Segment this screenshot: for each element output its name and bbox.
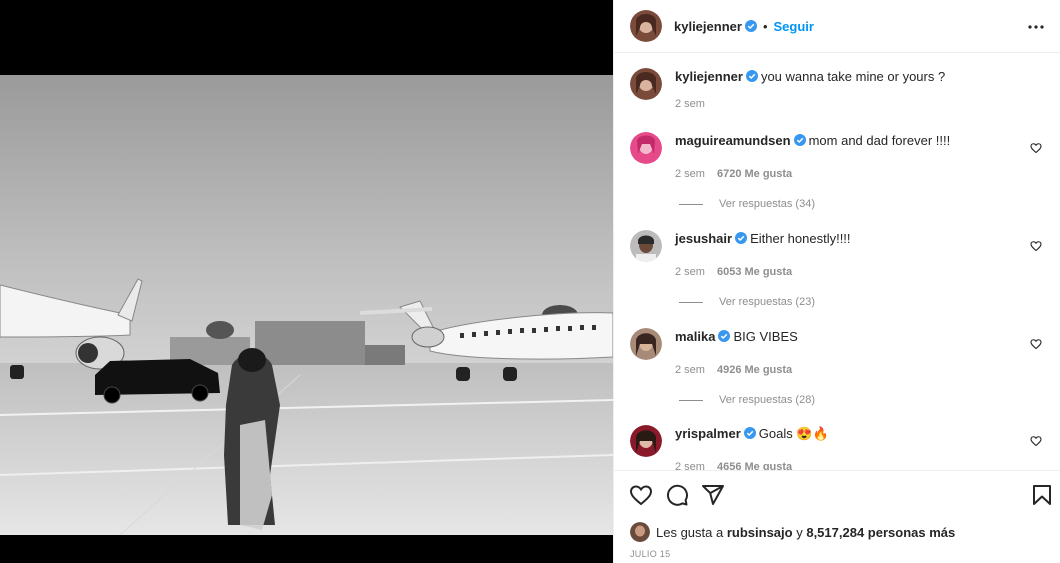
- comment-text: Either honestly!!!!: [750, 231, 851, 246]
- post-photo[interactable]: [0, 75, 613, 535]
- author-username[interactable]: kyliejenner: [674, 19, 742, 34]
- comment-heart-icon[interactable]: [1030, 338, 1042, 350]
- comment-text: BIG VIBES: [733, 329, 798, 344]
- liker-avatar[interactable]: [630, 522, 650, 542]
- comment-time[interactable]: 2 sem: [675, 168, 705, 180]
- comment-heart-icon[interactable]: [1030, 435, 1042, 447]
- comment-heart-icon[interactable]: [1030, 240, 1042, 252]
- likes-summary[interactable]: Les gusta a rubsinsajo y 8,517,284 perso…: [630, 522, 955, 542]
- commenter-avatar[interactable]: [630, 132, 662, 164]
- view-replies-label: Ver respuestas (28): [719, 394, 815, 406]
- comment-likes[interactable]: 6053 Me gusta: [717, 266, 792, 278]
- commenter-avatar[interactable]: [630, 328, 662, 360]
- comment-username[interactable]: jesushair: [675, 231, 732, 246]
- comment-username[interactable]: maguireamundsen: [675, 133, 791, 148]
- comment-likes[interactable]: 4656 Me gusta: [717, 461, 792, 470]
- comment-text: Goals 😍🔥: [758, 426, 829, 441]
- post-side-panel: kyliejenner • Seguir kyliejenner you wann…: [613, 0, 1060, 563]
- separator-dot: •: [762, 18, 768, 34]
- comments-list[interactable]: kyliejenner you wanna take mine or yours …: [614, 54, 1060, 470]
- view-replies-label: Ver respuestas (34): [719, 198, 815, 210]
- view-replies-button[interactable]: Ver respuestas (23): [675, 296, 1025, 308]
- likes-count[interactable]: 8,517,284 personas más: [806, 525, 955, 540]
- comment-username[interactable]: malika: [675, 329, 715, 344]
- caption-time[interactable]: 2 sem: [675, 98, 705, 110]
- comment-likes[interactable]: 6720 Me gusta: [717, 168, 792, 180]
- follow-button[interactable]: Seguir: [774, 19, 814, 34]
- comment-time[interactable]: 2 sem: [675, 461, 705, 470]
- commenter-avatar[interactable]: [630, 230, 662, 262]
- bookmark-icon[interactable]: [1030, 483, 1054, 507]
- comment-time[interactable]: 2 sem: [675, 266, 705, 278]
- comment-time[interactable]: 2 sem: [675, 364, 705, 376]
- verified-icon: [718, 330, 731, 342]
- verified-icon: [744, 20, 757, 32]
- likes-connector: y: [796, 524, 803, 540]
- caption-text: you wanna take mine or yours ?: [760, 69, 946, 84]
- view-replies-label: Ver respuestas (23): [719, 296, 815, 308]
- author-avatar[interactable]: [630, 10, 662, 42]
- comment-likes[interactable]: 4926 Me gusta: [717, 364, 792, 376]
- verified-icon: [735, 232, 748, 244]
- verified-icon: [793, 134, 806, 146]
- more-icon[interactable]: [1026, 17, 1046, 37]
- comment-username[interactable]: yrispalmer: [675, 426, 741, 441]
- view-replies-button[interactable]: Ver respuestas (34): [675, 198, 1025, 210]
- post-date[interactable]: JULIO 15: [630, 549, 670, 559]
- liker-username[interactable]: rubsinsajo: [727, 525, 793, 540]
- caption-username[interactable]: kyliejenner: [675, 69, 743, 84]
- verified-icon: [745, 70, 758, 82]
- author-avatar[interactable]: [630, 68, 662, 100]
- comment-icon[interactable]: [665, 483, 689, 507]
- share-icon[interactable]: [701, 483, 725, 507]
- comment-heart-icon[interactable]: [1030, 142, 1042, 154]
- verified-icon: [743, 427, 756, 439]
- commenter-avatar[interactable]: [630, 425, 662, 457]
- view-replies-button[interactable]: Ver respuestas (28): [675, 394, 1025, 406]
- post-media: [0, 0, 613, 563]
- heart-icon[interactable]: [629, 483, 653, 507]
- comment-text: mom and dad forever !!!!: [808, 133, 951, 148]
- post-actions: Les gusta a rubsinsajo y 8,517,284 perso…: [614, 470, 1060, 563]
- likes-prefix: Les gusta a: [656, 524, 724, 540]
- post-header: kyliejenner • Seguir: [614, 0, 1060, 53]
